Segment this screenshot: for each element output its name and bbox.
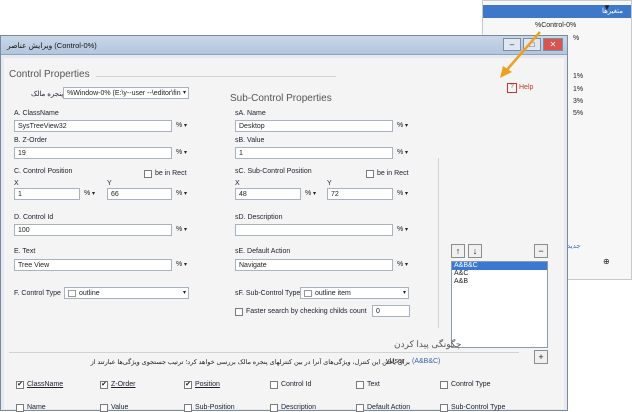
- arrow-shaft: [504, 31, 541, 73]
- annotation-arrow: [500, 31, 541, 78]
